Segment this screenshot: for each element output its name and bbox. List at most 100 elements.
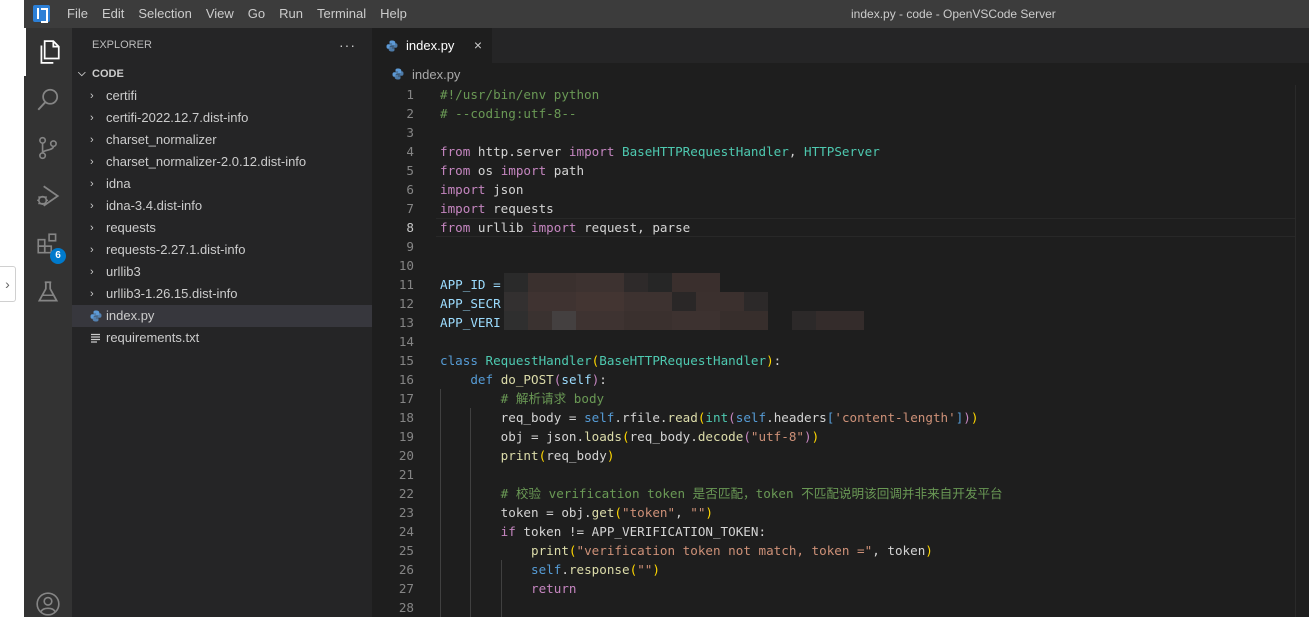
menu-edit[interactable]: Edit — [95, 0, 131, 28]
code-line: from os import path — [440, 163, 585, 178]
menu-help[interactable]: Help — [373, 0, 414, 28]
code-line: return — [531, 581, 577, 596]
code-comment: #!/usr/bin/env python — [440, 87, 600, 102]
tree-file-index-py[interactable]: index.py — [72, 305, 372, 327]
chevron-right-icon: › — [90, 200, 94, 212]
code-line: print(req_body) — [500, 448, 615, 463]
code-line: APP_VERI — [440, 315, 501, 330]
tree-folder-requests[interactable]: › requests — [72, 217, 372, 239]
tree-item-label: idna-3.4.dist-info — [106, 198, 203, 213]
extensions-activity-button[interactable]: 6 — [24, 220, 72, 268]
tree-item-label: index.py — [106, 308, 155, 323]
line-number: 9 — [406, 239, 414, 254]
sidebar-title: EXPLORER — [92, 39, 152, 51]
tree-item-label: certifi — [106, 88, 138, 103]
line-number: 10 — [398, 258, 414, 273]
source-control-activity-button[interactable] — [24, 124, 72, 172]
chevron-right-icon: › — [90, 112, 94, 124]
code-comment: # 校验 verification token 是否匹配，token 不匹配说明… — [500, 486, 1003, 501]
tree-item-label: idna — [106, 176, 131, 191]
tree-item-label: requirements.txt — [106, 330, 200, 345]
tab-label: index.py — [406, 38, 455, 53]
window-title: index.py - code - OpenVSCode Server — [851, 7, 1056, 21]
menu-terminal[interactable]: Terminal — [310, 0, 373, 28]
python-file-icon — [392, 68, 408, 80]
extensions-badge: 6 — [50, 248, 66, 264]
tree-folder-urllib3[interactable]: › urllib3 — [72, 261, 372, 283]
menu-bar: File Edit Selection View Go Run Terminal… — [60, 0, 414, 28]
explorer-activity-button[interactable] — [24, 28, 72, 76]
menu-view[interactable]: View — [199, 0, 241, 28]
tree-folder-certifi[interactable]: › certifi — [72, 85, 372, 107]
redacted-secret — [504, 292, 768, 311]
tree-folder-charset-normalizer[interactable]: › charset_normalizer — [72, 129, 372, 151]
menu-run[interactable]: Run — [272, 0, 310, 28]
code-line: def do_POST(self): — [470, 372, 607, 387]
chevron-right-icon: › — [90, 90, 94, 102]
line-number: 14 — [398, 334, 414, 349]
code-line: from urllib import request, parse — [440, 220, 691, 235]
code-line: APP_SECR — [440, 296, 501, 311]
tree-folder-charset-normalizer-dist-info[interactable]: › charset_normalizer-2.0.12.dist-info — [72, 151, 372, 173]
tree-item-label: urllib3 — [106, 264, 141, 279]
more-actions-button[interactable]: ··· — [339, 28, 356, 63]
workspace-name: CODE — [92, 68, 124, 80]
code-line: obj = json.loads(req_body.decode("utf-8"… — [440, 429, 820, 444]
tree-folder-idna[interactable]: › idna — [72, 173, 372, 195]
tree-item-label: charset_normalizer-2.0.12.dist-info — [106, 154, 307, 169]
vertical-scrollbar[interactable] — [1295, 85, 1309, 617]
menu-go[interactable]: Go — [241, 0, 272, 28]
code-line: req_body = self.rfile.read(int(self.head… — [440, 410, 979, 425]
chevron-right-icon: › — [90, 178, 94, 190]
breadcrumb-file[interactable]: index.py — [412, 67, 460, 82]
code-editor[interactable]: 1 2 3 4 5 6 7 8 9 10 11 12 13 14 15 16 1… — [372, 85, 1309, 617]
line-number: 3 — [406, 125, 414, 140]
search-icon — [37, 88, 59, 111]
chevron-right-icon: › — [90, 266, 94, 278]
file-tree: › certifi › certifi-2022.12.7.dist-info › c… — [72, 85, 372, 349]
app-logo-icon[interactable] — [33, 5, 50, 23]
menu-selection[interactable]: Selection — [131, 0, 198, 28]
chevron-right-icon: › — [90, 156, 94, 168]
breadcrumb: index.py — [372, 63, 1309, 85]
code-line: self.response("") — [531, 562, 660, 577]
code-comment: # 解析请求 body — [500, 391, 605, 406]
code-string: "utf-8" — [750, 429, 804, 444]
activity-bar: 6 — [24, 28, 72, 617]
tree-folder-urllib3-dist-info[interactable]: › urllib3-1.26.15.dist-info — [72, 283, 372, 305]
run-debug-activity-button[interactable] — [24, 172, 72, 220]
python-file-icon — [90, 310, 106, 322]
close-icon[interactable]: × — [474, 37, 482, 53]
tree-folder-certifi-dist-info[interactable]: › certifi-2022.12.7.dist-info — [72, 107, 372, 129]
testing-flask-icon — [37, 281, 59, 302]
code-string: "verification token not match, token =" — [576, 543, 873, 558]
line-number: 28 — [398, 600, 414, 615]
testing-activity-button[interactable] — [24, 268, 72, 316]
code-line: APP_ID = — [440, 277, 509, 292]
code-line: # 校验 verification token 是否匹配，token 不匹配说明… — [440, 484, 1003, 503]
workspace-section-header[interactable]: ⌵ CODE — [72, 63, 372, 85]
search-activity-button[interactable] — [24, 76, 72, 124]
chevron-right-icon: › — [5, 276, 10, 292]
code-line: from http.server import BaseHTTPRequestH… — [440, 144, 880, 159]
code-line: class RequestHandler(BaseHTTPRequestHand… — [440, 353, 782, 368]
tree-folder-idna-dist-info[interactable]: › idna-3.4.dist-info — [72, 195, 372, 217]
vscode-window: File Edit Selection View Go Run Terminal… — [24, 0, 1309, 617]
tree-item-label: requests-2.27.1.dist-info — [106, 242, 246, 257]
menu-file[interactable]: File — [60, 0, 95, 28]
chevron-right-icon: › — [90, 222, 94, 234]
run-debug-icon — [37, 185, 60, 207]
code-line: # 解析请求 body — [440, 389, 604, 408]
redacted-secret — [504, 311, 864, 330]
editor-group: index.py × index.py 1 2 3 4 5 6 7 8 9 10… — [372, 28, 1309, 617]
tree-item-label: urllib3-1.26.15.dist-info — [106, 286, 238, 301]
tree-file-requirements-txt[interactable]: requirements.txt — [72, 327, 372, 349]
code-line: import json — [440, 182, 524, 197]
python-file-icon — [386, 40, 402, 52]
sidebar-header: EXPLORER ··· — [72, 28, 372, 63]
tree-folder-requests-dist-info[interactable]: › requests-2.27.1.dist-info — [72, 239, 372, 261]
code-string: "" — [690, 505, 706, 520]
account-activity-button[interactable] — [24, 580, 72, 617]
tab-index-py[interactable]: index.py × — [372, 28, 492, 63]
expand-panel-button[interactable]: › — [0, 266, 16, 302]
